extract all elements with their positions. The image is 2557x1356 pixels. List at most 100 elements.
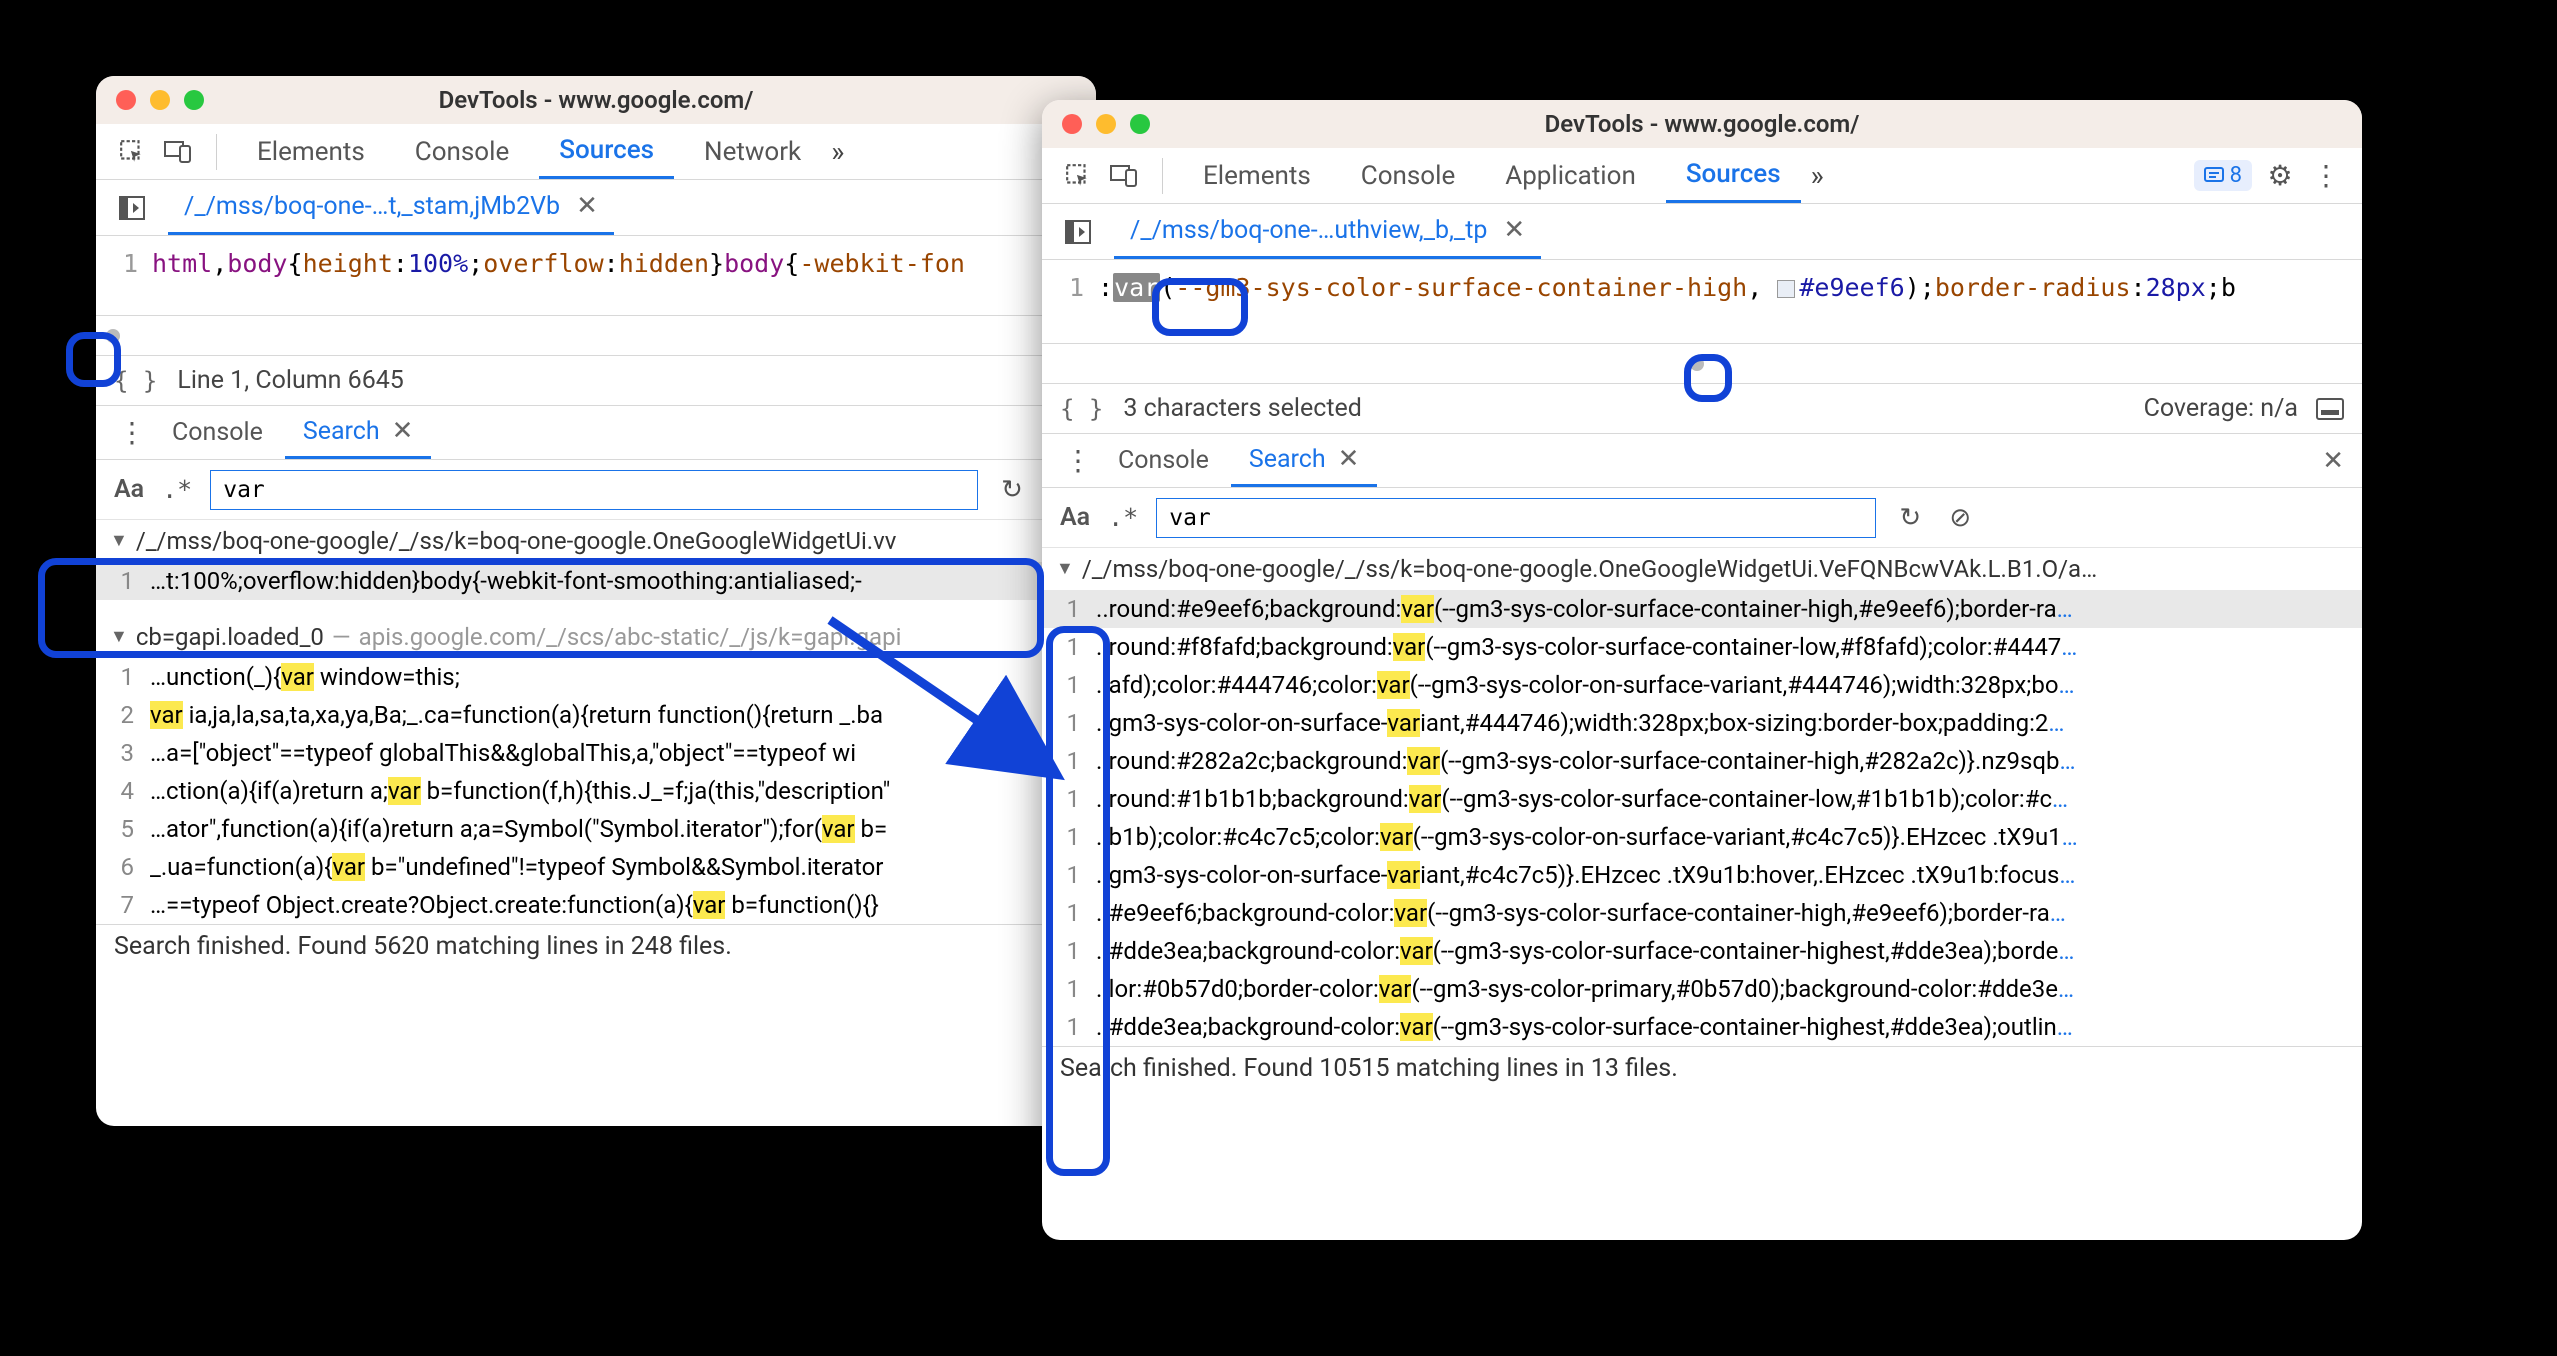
result-row[interactable]: 3…a=["object"==typeof globalThis&&global…	[96, 734, 1096, 772]
code-token: body	[227, 249, 287, 278]
result-line-num: 1	[1056, 894, 1096, 932]
code-line[interactable]: html,body{height:100%;overflow:hidden}bo…	[152, 236, 1096, 315]
result-line-num: 6	[110, 848, 150, 886]
more-tabs-icon[interactable]: »	[1811, 159, 1824, 192]
drawer-close-icon[interactable]: ✕	[2322, 446, 2344, 476]
tab-console[interactable]: Console	[1341, 148, 1475, 203]
device-toggle-icon[interactable]	[1106, 158, 1142, 194]
messages-badge[interactable]: 8	[2194, 160, 2252, 191]
file-tab-label: /_/mss/boq-one-…uthview,_b,_tp	[1130, 216, 1487, 245]
result-row[interactable]: 4…ction(a){if(a)return a;var b=function(…	[96, 772, 1096, 810]
file-name: cb=gapi.loaded_0	[136, 618, 324, 656]
code-token: )	[1905, 273, 1920, 302]
tab-console[interactable]: Console	[395, 124, 529, 179]
result-snippet: ..afd);color:#444746;color:var(--gm3-sys…	[1096, 666, 2075, 704]
result-snippet: ..round:#e9eef6;background:var(--gm3-sys…	[1096, 590, 2073, 628]
more-tabs-icon[interactable]: »	[831, 135, 844, 168]
result-line-num: 1	[1056, 856, 1096, 894]
result-row[interactable]: 2var ia,ja,la,sa,ta,xa,ya,Ba;_.ca=functi…	[96, 696, 1096, 734]
inspect-icon[interactable]	[1060, 158, 1096, 194]
result-row[interactable]: 1..gm3-sys-color-on-surface-variant,#444…	[1042, 704, 2362, 742]
minimap[interactable]	[1042, 344, 2362, 384]
result-snippet: …ator",function(a){if(a)return a;a=Symbo…	[150, 810, 887, 848]
search-input[interactable]: var	[1156, 498, 1876, 538]
result-line-num: 4	[110, 772, 150, 810]
search-input[interactable]: var	[210, 470, 978, 510]
result-file-header[interactable]: ▼/_/mss/boq-one-google/_/ss/k=boq-one-go…	[1042, 548, 2362, 590]
drawer-tab-search[interactable]: Search ✕	[1231, 434, 1378, 487]
match-case-toggle[interactable]: Aa	[1060, 503, 1090, 532]
result-row[interactable]: 1…t:100%;overflow:hidden}body{-webkit-fo…	[96, 562, 1096, 600]
drawer-tab-label: Search	[303, 417, 380, 446]
refresh-icon[interactable]: ↻	[996, 474, 1028, 506]
close-icon[interactable]: ✕	[392, 416, 414, 446]
drawer-menu-icon[interactable]: ⋮	[1060, 443, 1096, 479]
minimap[interactable]	[96, 316, 1096, 356]
result-snippet: …ction(a){if(a)return a;var b=function(f…	[150, 772, 890, 810]
tab-application[interactable]: Application	[1485, 148, 1656, 203]
result-row[interactable]: 1..afd);color:#444746;color:var(--gm3-sy…	[1042, 666, 2362, 704]
result-snippet: ..#e9eef6;background-color:var(--gm3-sys…	[1096, 894, 2066, 932]
refresh-icon[interactable]: ↻	[1894, 502, 1926, 534]
tab-elements[interactable]: Elements	[1183, 148, 1331, 203]
result-row[interactable]: 1..round:#282a2c;background:var(--gm3-sy…	[1042, 742, 2362, 780]
code-token: hidden	[619, 249, 709, 278]
code-line[interactable]: :var(--gm3-sys-color-surface-container-h…	[1098, 260, 2362, 343]
drawer-menu-icon[interactable]: ⋮	[114, 415, 150, 451]
drawer-tab-console[interactable]: Console	[1100, 434, 1227, 487]
clear-icon[interactable]: ⊘	[1944, 502, 1976, 534]
kebab-icon[interactable]: ⋮	[2308, 158, 2344, 194]
result-row[interactable]: 1…unction(_){var window=this;	[96, 658, 1096, 696]
result-line-num: 1	[1056, 628, 1096, 666]
line-number: 1	[1042, 260, 1098, 343]
result-row[interactable]: 1..round:#1b1b1b;background:var(--gm3-sy…	[1042, 780, 2362, 818]
result-row[interactable]: 5…ator",function(a){if(a)return a;a=Symb…	[96, 810, 1096, 848]
result-row[interactable]: 7…==typeof Object.create?Object.create:f…	[96, 886, 1096, 924]
tab-elements[interactable]: Elements	[237, 124, 385, 179]
result-file-header[interactable]: ▼/_/mss/boq-one-google/_/ss/k=boq-one-go…	[96, 520, 1096, 562]
result-row[interactable]: 1..round:#e9eef6;background:var(--gm3-sy…	[1042, 590, 2362, 628]
result-row[interactable]: 6_.ua=function(a){var b="undefined"!=typ…	[96, 848, 1096, 886]
inspect-icon[interactable]	[114, 134, 150, 170]
result-snippet: ..lor:#0b57d0;border-color:var(--gm3-sys…	[1096, 970, 2074, 1008]
pretty-print-icon[interactable]: { }	[1060, 395, 1103, 423]
close-icon[interactable]: ✕	[1338, 444, 1360, 474]
device-toggle-icon[interactable]	[160, 134, 196, 170]
color-swatch[interactable]	[1777, 280, 1795, 298]
result-snippet: ..round:#1b1b1b;background:var(--gm3-sys…	[1096, 780, 2068, 818]
match-case-toggle[interactable]: Aa	[114, 475, 144, 504]
result-row[interactable]: 1..#dde3ea;background-color:var(--gm3-sy…	[1042, 932, 2362, 970]
tab-sources[interactable]: Sources	[539, 124, 674, 179]
code-token: }	[709, 249, 724, 278]
regex-toggle[interactable]: .*	[162, 475, 192, 504]
result-row[interactable]: 1..#e9eef6;background-color:var(--gm3-sy…	[1042, 894, 2362, 932]
code-token: html	[152, 249, 212, 278]
file-path: /_/mss/boq-one-google/_/ss/k=boq-one-goo…	[1082, 550, 2097, 588]
navigator-toggle-icon[interactable]	[114, 190, 150, 226]
source-file-tab[interactable]: /_/mss/boq-one-…t,_stam,jMb2Vb ✕	[168, 180, 614, 235]
tab-network[interactable]: Network	[684, 124, 821, 179]
tab-sources[interactable]: Sources	[1666, 148, 1801, 203]
drawer-tab-search[interactable]: Search ✕	[285, 406, 432, 459]
result-file-header[interactable]: ▼cb=gapi.loaded_0 — apis.google.com/_/sc…	[96, 616, 1096, 658]
navigator-toggle-icon[interactable]	[1060, 214, 1096, 250]
panel-toggle-icon[interactable]	[2316, 398, 2344, 420]
result-row[interactable]: 1..round:#f8fafd;background:var(--gm3-sy…	[1042, 628, 2362, 666]
close-icon[interactable]: ✕	[1503, 215, 1525, 245]
result-row[interactable]: 1..gm3-sys-color-on-surface-variant,#c4c…	[1042, 856, 2362, 894]
source-file-tab[interactable]: /_/mss/boq-one-…uthview,_b,_tp ✕	[1114, 204, 1541, 259]
result-row[interactable]: 1..b1b);color:#c4c7c5;color:var(--gm3-sy…	[1042, 818, 2362, 856]
result-snippet: …t:100%;overflow:hidden}body{-webkit-fon…	[150, 562, 862, 600]
result-snippet: var ia,ja,la,sa,ta,xa,ya,Ba;_.ca=functio…	[150, 696, 883, 734]
result-snippet: _.ua=function(a){var b="undefined"!=type…	[150, 848, 883, 886]
result-row[interactable]: 1..#dde3ea;background-color:var(--gm3-sy…	[1042, 1008, 2362, 1046]
pretty-print-icon[interactable]: { }	[114, 367, 157, 395]
result-row[interactable]: 1..lor:#0b57d0;border-color:var(--gm3-sy…	[1042, 970, 2362, 1008]
close-icon[interactable]: ✕	[576, 191, 598, 221]
search-status: Search finished. Found 5620 matching lin…	[96, 924, 1096, 968]
regex-toggle[interactable]: .*	[1108, 503, 1138, 532]
result-snippet: ..#dde3ea;background-color:var(--gm3-sys…	[1096, 932, 2074, 970]
result-snippet: …unction(_){var window=this;	[150, 658, 460, 696]
settings-icon[interactable]: ⚙	[2262, 158, 2298, 194]
drawer-tab-console[interactable]: Console	[154, 406, 281, 459]
